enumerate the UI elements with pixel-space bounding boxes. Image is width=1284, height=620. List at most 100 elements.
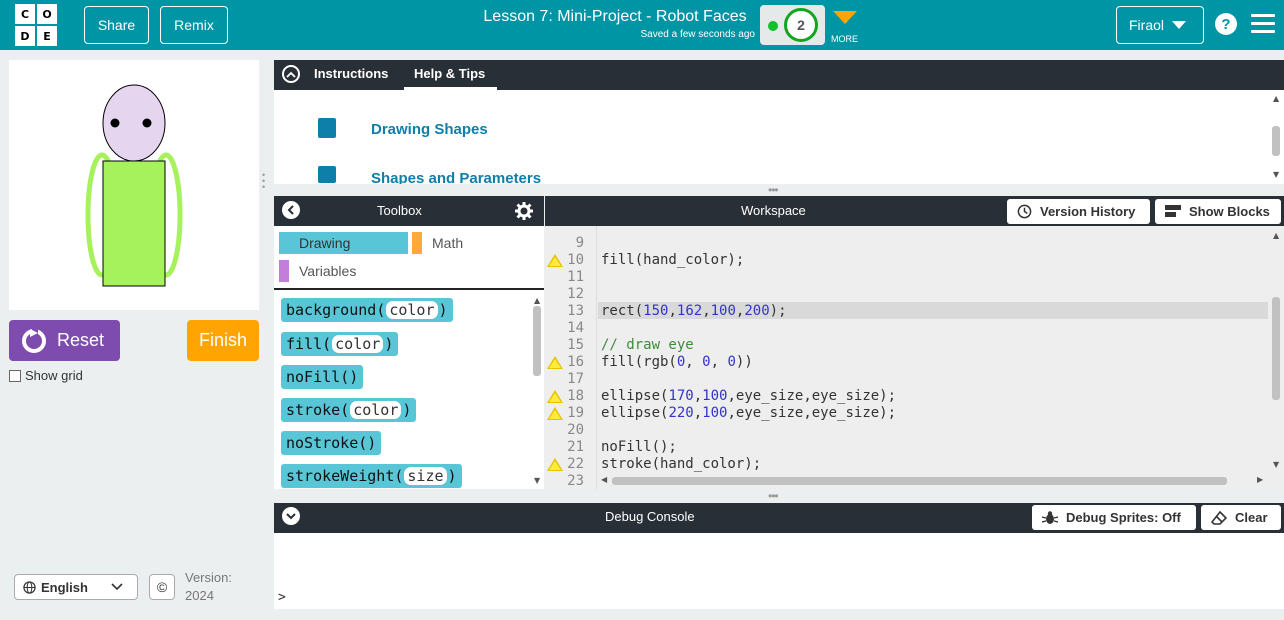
- block-fn: noFill: [286, 368, 341, 386]
- resize-handle-console[interactable]: •••: [768, 489, 779, 503]
- editor-scroll-down-icon[interactable]: ▼: [1273, 460, 1279, 469]
- block-param: color: [350, 401, 402, 419]
- robot-left-eye: [110, 118, 120, 128]
- editor-scroll-left-icon[interactable]: ◀: [601, 475, 607, 484]
- code-line[interactable]: ellipse(170,100,eye_size,eye_size);: [601, 388, 896, 404]
- resize-handle-vertical[interactable]: • • •: [262, 171, 265, 192]
- code-line[interactable]: stroke(hand_color);: [601, 456, 761, 472]
- category-variables-label: Variables: [299, 263, 357, 279]
- line-number: 14: [567, 320, 584, 336]
- block-fn: stroke: [286, 401, 341, 419]
- gear-icon[interactable]: [515, 202, 533, 220]
- line-number: 11: [567, 269, 584, 285]
- block-fn: noStroke: [286, 434, 359, 452]
- version-history-button[interactable]: Version History: [1007, 199, 1150, 224]
- lesson-title[interactable]: Lesson 7: Mini-Project - Robot Faces: [440, 8, 790, 26]
- scroll-down-icon[interactable]: ▼: [1273, 170, 1279, 179]
- reset-button[interactable]: Reset: [9, 320, 120, 361]
- show-grid-toggle[interactable]: Show grid: [9, 368, 83, 383]
- clear-console-button[interactable]: Clear: [1201, 505, 1281, 530]
- progress-dot-icon: [768, 21, 778, 31]
- code-line[interactable]: noFill();: [601, 439, 677, 455]
- tip-link-drawing-shapes[interactable]: Drawing Shapes: [371, 121, 488, 138]
- toolbox-scrollbar[interactable]: [533, 306, 541, 376]
- help-icon[interactable]: ?: [1215, 13, 1237, 35]
- debug-sprites-button[interactable]: Debug Sprites: Off: [1032, 505, 1196, 530]
- game-canvas[interactable]: [9, 60, 259, 310]
- block-stroke[interactable]: stroke(color): [281, 398, 417, 422]
- version-info: Version: 2024: [185, 569, 232, 605]
- scroll-up-icon[interactable]: ▲: [1273, 94, 1279, 103]
- version-value: 2024: [185, 588, 214, 603]
- debug-sprites-label: Debug Sprites: Off: [1066, 510, 1181, 525]
- tip-link-shapes-parameters[interactable]: Shapes and Parameters: [371, 170, 541, 184]
- block-nostroke[interactable]: noStroke(): [281, 431, 382, 455]
- block-nofill[interactable]: noFill(): [281, 365, 364, 389]
- debug-console-output[interactable]: [274, 533, 1284, 609]
- collapse-console-icon[interactable]: [282, 507, 300, 525]
- version-history-label: Version History: [1040, 204, 1136, 219]
- warning-icon[interactable]: [547, 356, 563, 369]
- warning-icon[interactable]: [547, 458, 563, 471]
- line-number: 12: [567, 286, 584, 302]
- share-button[interactable]: Share: [84, 6, 149, 44]
- tab-help-tips[interactable]: Help & Tips: [414, 66, 485, 81]
- show-blocks-button[interactable]: Show Blocks: [1155, 199, 1281, 224]
- code-line[interactable]: ellipse(220,100,eye_size,eye_size);: [601, 405, 896, 421]
- blocks-icon: [1165, 205, 1181, 217]
- warning-icon[interactable]: [547, 390, 563, 403]
- code-line[interactable]: rect(150,162,100,200);: [601, 303, 787, 319]
- line-number: 17: [567, 371, 584, 387]
- editor-vertical-scrollbar[interactable]: [1272, 297, 1280, 400]
- code-line[interactable]: fill(hand_color);: [601, 252, 744, 268]
- tip-clip: Shapes and Parameters: [274, 170, 1274, 184]
- warning-icon[interactable]: [547, 254, 563, 267]
- block-strokeweight[interactable]: strokeWeight(size): [281, 464, 462, 488]
- level-bubble[interactable]: 2: [784, 8, 818, 42]
- block-param: size: [404, 467, 447, 485]
- code-line[interactable]: // draw eye: [601, 337, 694, 353]
- more-label[interactable]: MORE: [831, 34, 858, 44]
- block-param: color: [386, 301, 438, 319]
- collapse-instructions-icon[interactable]: [282, 65, 300, 83]
- category-variables[interactable]: Variables: [279, 260, 479, 282]
- code-line[interactable]: fill(rgb(0, 0, 0)): [601, 354, 753, 370]
- line-number: 9: [575, 235, 584, 251]
- variables-color-swatch: [279, 260, 289, 282]
- block-background[interactable]: background(color): [281, 298, 453, 322]
- collapse-toolbox-icon[interactable]: [282, 201, 300, 219]
- copyright-button[interactable]: ©: [149, 574, 175, 600]
- show-blocks-label: Show Blocks: [1189, 204, 1270, 219]
- finish-button[interactable]: Finish: [187, 320, 259, 361]
- debug-console-title: Debug Console: [605, 509, 695, 524]
- resize-handle-horizontal[interactable]: •••: [768, 183, 779, 197]
- math-color-swatch: [412, 232, 422, 254]
- progress-bubble[interactable]: 2: [760, 5, 825, 45]
- logo-letter-o: O: [37, 4, 57, 24]
- editor-horizontal-scrollbar[interactable]: [612, 477, 1227, 485]
- block-fn: background: [286, 301, 377, 319]
- line-number: 23: [567, 473, 584, 489]
- toolbox-scroll-up-icon[interactable]: ▲: [534, 296, 540, 305]
- remix-button[interactable]: Remix: [160, 6, 228, 44]
- console-prompt[interactable]: >: [278, 590, 286, 605]
- code-org-logo[interactable]: C O D E: [15, 4, 57, 46]
- user-menu-button[interactable]: Firaol: [1116, 6, 1204, 44]
- warning-icon[interactable]: [547, 407, 563, 420]
- robot-drawing: [85, 84, 183, 287]
- book-icon: [318, 118, 336, 138]
- tab-instructions[interactable]: Instructions: [314, 66, 388, 81]
- category-math[interactable]: Math: [412, 232, 532, 254]
- toolbox-scroll-down-icon[interactable]: ▼: [534, 476, 540, 485]
- category-drawing[interactable]: Drawing: [279, 232, 408, 254]
- block-fn: strokeWeight: [286, 467, 395, 485]
- editor-scroll-right-icon[interactable]: ▶: [1257, 475, 1263, 484]
- show-grid-checkbox[interactable]: [9, 369, 21, 382]
- block-fill[interactable]: fill(color): [281, 332, 399, 356]
- active-tab-underline: [404, 87, 497, 90]
- editor-scroll-up-icon[interactable]: ▲: [1273, 231, 1279, 240]
- instructions-scrollbar[interactable]: [1272, 126, 1280, 156]
- more-arrow-icon[interactable]: [833, 11, 857, 24]
- language-select[interactable]: English: [14, 574, 138, 600]
- hamburger-menu-icon[interactable]: [1251, 14, 1275, 34]
